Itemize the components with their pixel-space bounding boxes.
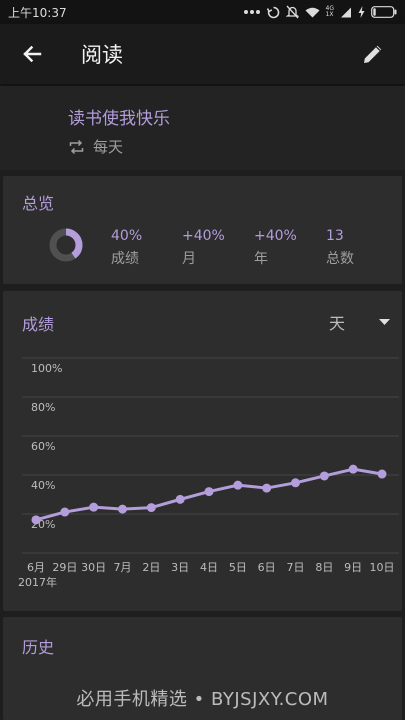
habit-frequency: 每天 [68,136,123,157]
x-tick-label: 7日 [287,561,305,574]
data-point [89,502,99,512]
data-point [319,471,329,481]
x-tick-label: 8日 [315,561,333,574]
habit-frequency-label: 每天 [93,138,124,156]
data-point [233,480,243,490]
status-bar: 上午10:37 4G 1X [0,0,405,24]
x-tick-label: 3日 [171,561,189,574]
pencil-icon [364,45,382,63]
stat-year: +40% 年 [254,228,297,268]
y-tick-label: 80% [31,401,55,414]
arrow-back-icon [23,45,42,63]
range-dropdown[interactable]: 天 [329,310,391,334]
score-title: 成绩 [22,315,55,334]
history-title: 历史 [22,638,55,657]
data-point [175,494,185,504]
notifications-off-icon [285,5,299,19]
data-point [146,503,156,513]
score-chart: 100%80%60%40%20%6月 29日 30日 7月 2日 3日 4日 5日 6日 7日 8日… [18,357,399,589]
stat-score: 40% 成绩 [111,228,142,268]
score-ring [49,228,83,262]
edit-button[interactable] [341,24,405,84]
status-icons: 4G 1X [243,5,397,19]
signal-icon [341,7,351,17]
x-tick-label: 10日 [370,561,395,574]
back-button[interactable] [0,24,64,84]
x-tick-label: 6月 [27,561,45,574]
data-point [262,483,272,493]
repeat-icon [69,139,84,154]
overview-title: 总览 [22,194,55,213]
stat-score-label: 成绩 [111,251,139,267]
stat-total-label: 总数 [326,251,354,267]
page-title: 阅读 [81,43,123,67]
x-tick-label: 5日 [229,561,247,574]
stat-month: +40% 月 [182,228,225,268]
sync-icon [266,6,279,18]
data-point [348,464,358,474]
x-tick-label: 7月 [114,561,132,574]
charging-icon [358,6,365,18]
data-point [291,478,300,488]
stat-month-label: 月 [182,251,196,267]
x-tick-label: 9日 [344,561,362,574]
stat-total: 13 总数 [326,228,354,268]
x-tick-label: 2日 [142,561,160,574]
stat-score-value: 40% [111,228,143,244]
battery-icon [371,6,397,18]
data-point [377,469,387,479]
x-tick-label: 4日 [200,561,218,574]
stat-year-value: +40% [254,228,297,244]
network-type-bottom: 1X [325,11,334,18]
x-tick-label: 29日 [52,561,77,574]
overview-card: 总览 40% 成绩 +40% 月 +40% 年 13 总数 [3,176,402,284]
data-point [31,515,41,525]
wifi-icon [305,7,320,17]
data-point [204,487,214,497]
app-bar: 阅读 [0,24,405,84]
stat-month-value: +40% [182,228,225,244]
network-type: 4G 1X [326,6,334,18]
habit-header: 读书使我快乐 每天 [0,86,405,170]
stat-total-value: 13 [326,228,344,244]
y-tick-label: 60% [31,440,55,453]
watermark: 必用手机精选 • BYJSJXY.COM [76,689,329,710]
x-tick-label: 30日 [81,561,106,574]
status-time: 上午10:37 [8,5,67,20]
y-tick-label: 40% [31,479,55,492]
data-point [118,504,127,514]
stat-year-label: 年 [254,251,268,267]
x-year-label: 2017年 [18,575,57,589]
score-card: 成绩 天 100% 80% 60% 40% 20% 6月 29日 30日 7月 2日 3日 4日 5日 6… [3,291,402,611]
more-dots-icon [243,10,260,14]
y-tick-label: 100% [31,362,62,375]
data-point [60,507,70,517]
habit-name: 读书使我快乐 [68,109,170,129]
dropdown-arrow-icon [379,319,391,325]
range-dropdown-value: 天 [329,314,346,333]
x-tick-label: 6日 [258,561,276,574]
